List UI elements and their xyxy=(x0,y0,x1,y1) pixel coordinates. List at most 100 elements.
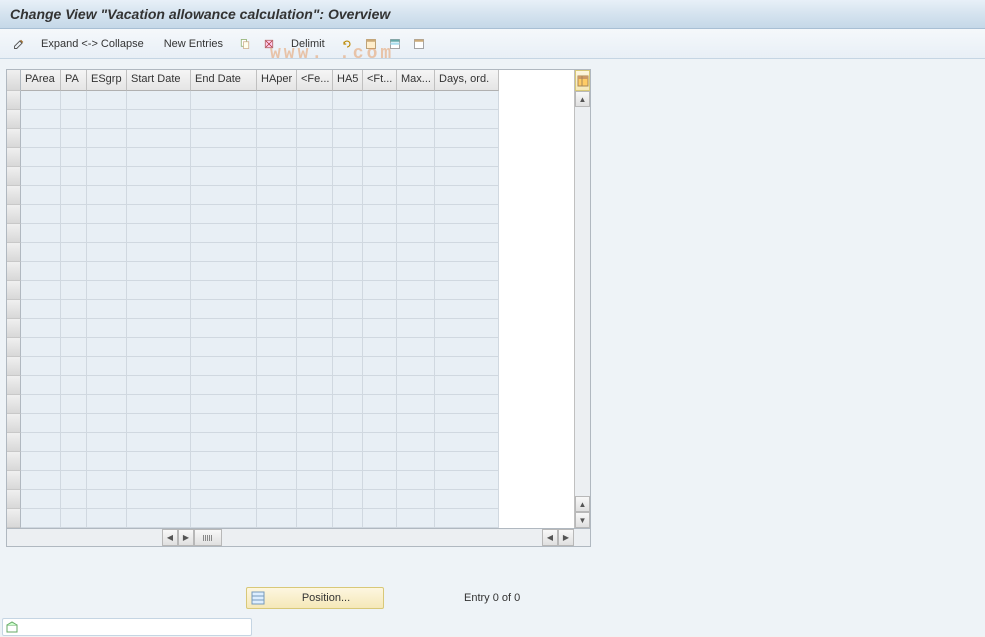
column-header[interactable]: HAper xyxy=(257,70,297,91)
row-selector[interactable] xyxy=(7,148,21,167)
table-cell[interactable] xyxy=(397,148,435,167)
row-selector[interactable] xyxy=(7,395,21,414)
table-cell[interactable] xyxy=(61,110,87,129)
vertical-scroll-track[interactable] xyxy=(575,107,590,496)
deselect-icon[interactable] xyxy=(408,34,430,54)
select-all-icon[interactable] xyxy=(360,34,382,54)
table-row[interactable] xyxy=(21,186,574,205)
table-row[interactable] xyxy=(21,319,574,338)
table-row[interactable] xyxy=(21,281,574,300)
table-cell[interactable] xyxy=(127,414,191,433)
table-cell[interactable] xyxy=(363,224,397,243)
table-cell[interactable] xyxy=(127,262,191,281)
table-cell[interactable] xyxy=(21,281,61,300)
table-cell[interactable] xyxy=(435,91,499,110)
delete-icon[interactable] xyxy=(258,34,280,54)
copy-icon[interactable] xyxy=(234,34,256,54)
table-row[interactable] xyxy=(21,167,574,186)
table-cell[interactable] xyxy=(191,433,257,452)
table-cell[interactable] xyxy=(191,281,257,300)
table-cell[interactable] xyxy=(297,281,333,300)
table-row[interactable] xyxy=(21,471,574,490)
horizontal-scroll-thumb[interactable] xyxy=(194,529,222,546)
table-cell[interactable] xyxy=(435,186,499,205)
table-cell[interactable] xyxy=(87,262,127,281)
table-cell[interactable] xyxy=(21,395,61,414)
table-cell[interactable] xyxy=(435,205,499,224)
table-cell[interactable] xyxy=(61,186,87,205)
table-cell[interactable] xyxy=(297,319,333,338)
scroll-down-button[interactable]: ▼ xyxy=(575,512,590,528)
table-cell[interactable] xyxy=(61,129,87,148)
table-cell[interactable] xyxy=(87,395,127,414)
table-row[interactable] xyxy=(21,91,574,110)
table-cell[interactable] xyxy=(87,110,127,129)
table-cell[interactable] xyxy=(257,205,297,224)
table-cell[interactable] xyxy=(297,452,333,471)
table-cell[interactable] xyxy=(297,262,333,281)
table-row[interactable] xyxy=(21,414,574,433)
table-cell[interactable] xyxy=(435,129,499,148)
column-header[interactable]: Days, ord. xyxy=(435,70,499,91)
table-cell[interactable] xyxy=(61,281,87,300)
table-cell[interactable] xyxy=(435,471,499,490)
column-header[interactable]: PA xyxy=(61,70,87,91)
row-selector[interactable] xyxy=(7,509,21,528)
table-cell[interactable] xyxy=(333,490,363,509)
column-header[interactable]: HA5 xyxy=(333,70,363,91)
table-cell[interactable] xyxy=(21,129,61,148)
table-cell[interactable] xyxy=(435,376,499,395)
table-cell[interactable] xyxy=(87,357,127,376)
table-cell[interactable] xyxy=(333,357,363,376)
table-cell[interactable] xyxy=(435,148,499,167)
table-cell[interactable] xyxy=(21,471,61,490)
table-cell[interactable] xyxy=(21,433,61,452)
table-cell[interactable] xyxy=(257,414,297,433)
table-cell[interactable] xyxy=(257,281,297,300)
table-cell[interactable] xyxy=(127,471,191,490)
table-cell[interactable] xyxy=(435,414,499,433)
table-cell[interactable] xyxy=(191,91,257,110)
table-cell[interactable] xyxy=(21,243,61,262)
table-cell[interactable] xyxy=(397,395,435,414)
table-cell[interactable] xyxy=(363,395,397,414)
table-cell[interactable] xyxy=(435,300,499,319)
table-cell[interactable] xyxy=(397,205,435,224)
select-block-icon[interactable] xyxy=(384,34,406,54)
table-cell[interactable] xyxy=(297,205,333,224)
table-cell[interactable] xyxy=(333,509,363,528)
scroll-left-button[interactable]: ◀ xyxy=(162,529,178,546)
row-selector[interactable] xyxy=(7,110,21,129)
table-cell[interactable] xyxy=(191,262,257,281)
undo-icon[interactable] xyxy=(336,34,358,54)
table-cell[interactable] xyxy=(21,414,61,433)
table-cell[interactable] xyxy=(61,148,87,167)
table-cell[interactable] xyxy=(297,338,333,357)
table-cell[interactable] xyxy=(61,471,87,490)
table-cell[interactable] xyxy=(191,490,257,509)
table-cell[interactable] xyxy=(397,300,435,319)
row-selector[interactable] xyxy=(7,129,21,148)
table-cell[interactable] xyxy=(333,414,363,433)
pencil-icon[interactable] xyxy=(8,34,30,54)
table-row[interactable] xyxy=(21,376,574,395)
table-cell[interactable] xyxy=(363,452,397,471)
table-cell[interactable] xyxy=(363,490,397,509)
table-row[interactable] xyxy=(21,129,574,148)
table-cell[interactable] xyxy=(191,129,257,148)
scroll-up-button[interactable]: ▲ xyxy=(575,91,590,107)
table-cell[interactable] xyxy=(21,452,61,471)
table-cell[interactable] xyxy=(87,414,127,433)
delimit-button[interactable]: Delimit xyxy=(282,34,334,54)
table-cell[interactable] xyxy=(297,224,333,243)
table-cell[interactable] xyxy=(333,376,363,395)
table-cell[interactable] xyxy=(61,91,87,110)
table-cell[interactable] xyxy=(297,433,333,452)
table-cell[interactable] xyxy=(435,281,499,300)
table-cell[interactable] xyxy=(397,433,435,452)
table-cell[interactable] xyxy=(87,509,127,528)
table-cell[interactable] xyxy=(61,243,87,262)
table-cell[interactable] xyxy=(87,148,127,167)
table-cell[interactable] xyxy=(297,91,333,110)
row-selector[interactable] xyxy=(7,91,21,110)
